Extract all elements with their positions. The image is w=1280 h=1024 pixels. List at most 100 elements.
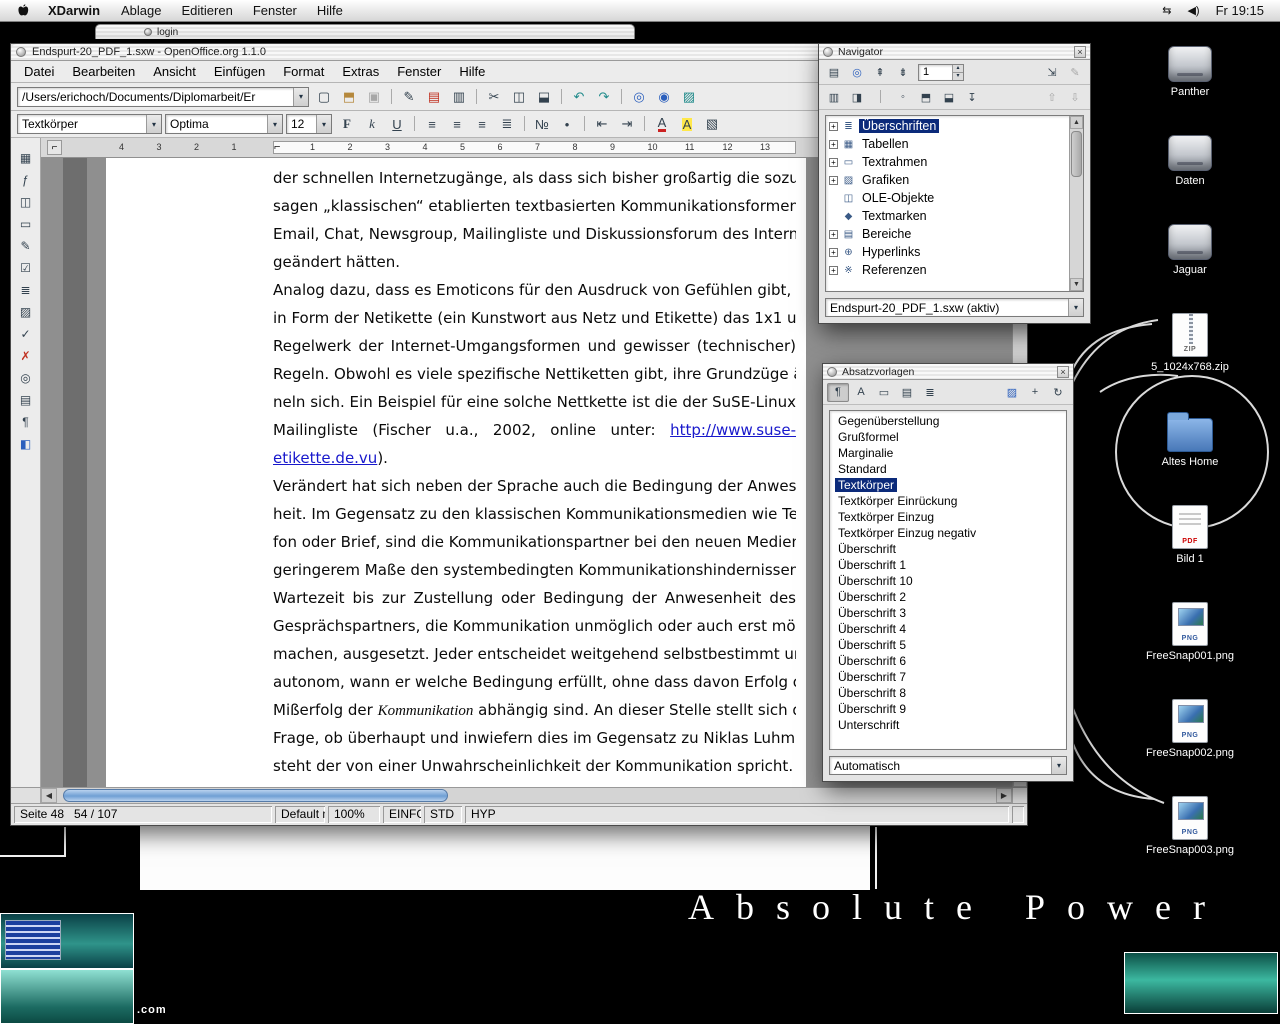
style-item-label[interactable]: Standard [835, 462, 890, 476]
edit-entry-icon[interactable]: ✎ [1064, 63, 1086, 82]
promote-level-icon[interactable]: ⇧ [1041, 88, 1063, 107]
document-line[interactable]: sagen „klassischen“ etablierten textbasi… [273, 192, 796, 220]
file-icon[interactable] [1168, 46, 1212, 82]
style-item[interactable]: Überschrift 8 [831, 685, 1065, 701]
document-line[interactable]: Frage, ob überhaupt und inwiefern dies i… [273, 724, 796, 752]
style-item[interactable]: Überschrift 1 [831, 557, 1065, 573]
font-name-combo[interactable]: Optima ▾ [165, 114, 283, 134]
menu-item[interactable]: Hilfe [450, 62, 494, 81]
style-item[interactable]: Überschrift 9 [831, 701, 1065, 717]
menu-item[interactable]: Fenster [243, 3, 307, 18]
document-line[interactable]: Wartezeit bis zur Zustellung oder Beding… [273, 584, 796, 612]
scroll-right-icon[interactable]: ▶ [996, 788, 1012, 803]
stylist-icon[interactable]: ◉ [652, 86, 676, 108]
paste-icon[interactable]: ⬓ [532, 86, 556, 108]
frame-styles-icon[interactable]: ▭ [873, 383, 895, 402]
tab-type-button[interactable]: ⌐ [47, 140, 62, 155]
document-line[interactable]: autonom, wann er welche Bedingung erfüll… [273, 668, 796, 696]
style-item[interactable]: Überschrift 3 [831, 605, 1065, 621]
online-layout-icon[interactable]: ◧ [15, 434, 37, 454]
url-combo[interactable]: /Users/erichoch/Documents/Diplomarbeit/E… [17, 87, 309, 107]
sep[interactable] [869, 88, 891, 107]
tree-item[interactable]: + ※ Referenzen [827, 261, 1068, 279]
bullets-icon[interactable]: • [555, 113, 579, 135]
autotext-icon[interactable]: ≣ [15, 280, 37, 300]
expand-icon[interactable]: + [829, 248, 838, 257]
gallery-icon[interactable]: ▨ [677, 86, 701, 108]
sep[interactable] [410, 113, 419, 135]
document-line[interactable]: Gesprächspartners, die Kommunikation unm… [273, 612, 796, 640]
sep[interactable] [580, 113, 589, 135]
copy-icon[interactable]: ◫ [507, 86, 531, 108]
menu-item[interactable]: Format [274, 62, 333, 81]
document-line[interactable]: etikette.de.vu). [273, 444, 796, 472]
anchor-icon[interactable]: ↧ [961, 88, 983, 107]
justify-icon[interactable]: ≣ [495, 113, 519, 135]
tree-item-label[interactable]: Bereiche [859, 227, 914, 241]
style-item[interactable]: Überschrift 10 [831, 573, 1065, 589]
page-spinbox[interactable]: 1 ▴▾ [918, 64, 964, 81]
open-icon[interactable]: ⬒ [337, 86, 361, 108]
style-item-label[interactable]: Überschrift 2 [835, 590, 909, 604]
previous-page-icon[interactable]: ⇞ [869, 63, 891, 82]
style-item-label[interactable]: Textkörper [835, 478, 897, 492]
sep[interactable] [640, 113, 649, 135]
expand-icon[interactable]: + [829, 158, 838, 167]
align-right-icon[interactable]: ≡ [470, 113, 494, 135]
document-line[interactable]: geringerem Maße den systembedingten Komm… [273, 556, 796, 584]
scroll-up-icon[interactable]: ▲ [1070, 116, 1083, 129]
display-icon[interactable]: ⇆ [1162, 4, 1171, 17]
apple-menu[interactable] [8, 3, 37, 18]
desktop-icon[interactable]: PNG FreeSnap001.png [1128, 602, 1252, 663]
style-item[interactable]: Überschrift [831, 541, 1065, 557]
style-item-label[interactable]: Überschrift 7 [835, 670, 909, 684]
form-functions-icon[interactable]: ☑ [15, 258, 37, 278]
menu-item[interactable]: Bearbeiten [63, 62, 144, 81]
document-line[interactable]: fon oder Brief, sind die Kommunikationsp… [273, 528, 796, 556]
tree-item-label[interactable]: Überschriften [859, 119, 939, 133]
expand-icon[interactable]: + [829, 122, 838, 131]
desktop-icon[interactable]: PNG FreeSnap002.png [1128, 699, 1252, 760]
new-document-icon[interactable]: ▢ [312, 86, 336, 108]
cut-icon[interactable]: ✂ [482, 86, 506, 108]
sep[interactable] [472, 86, 481, 108]
scroll-down-icon[interactable]: ▼ [1070, 278, 1083, 291]
tree-item[interactable]: ◫ OLE-Objekte [827, 189, 1068, 207]
draw-functions-icon[interactable]: ✎ [15, 236, 37, 256]
menu-item[interactable]: Fenster [388, 62, 450, 81]
style-item[interactable]: Textkörper Einzug [831, 509, 1065, 525]
document-selector[interactable]: Endspurt-20_PDF_1.sxw (aktiv) ▾ [825, 298, 1084, 317]
style-item[interactable]: Überschrift 5 [831, 637, 1065, 653]
list-box-icon[interactable]: ▥ [823, 88, 845, 107]
document-line[interactable]: mann 100 Jahre Blumen 2000, S. 50). Denn… [273, 780, 796, 787]
style-item-label[interactable]: Überschrift 9 [835, 702, 909, 716]
tree-item-label[interactable]: Tabellen [859, 137, 912, 151]
tree-item-label[interactable]: Textmarken [859, 209, 930, 223]
style-item-label[interactable]: Überschrift 6 [835, 654, 909, 668]
menu-item[interactable]: Ansicht [144, 62, 205, 81]
close-button[interactable] [144, 28, 152, 36]
style-item-label[interactable]: Überschrift 10 [835, 574, 916, 588]
tree-scrollbar[interactable]: ▲ ▼ [1069, 116, 1083, 291]
tree-item-label[interactable]: OLE-Objekte [859, 191, 937, 205]
document-line[interactable]: in Form der Netikette (ein Kunstwort aus… [273, 304, 796, 332]
nonprinting-characters-icon[interactable]: ¶ [15, 412, 37, 432]
chevron-down-icon[interactable]: ▾ [1068, 299, 1083, 316]
login-window-titlebar[interactable]: login [95, 24, 635, 39]
underline-icon[interactable]: U [385, 113, 409, 135]
menu-item[interactable]: Einfügen [205, 62, 274, 81]
document-line[interactable]: heit. Im Gegensatz zu den klassischen Ko… [273, 500, 796, 528]
fill-format-icon[interactable]: ▨ [1001, 383, 1023, 402]
sep[interactable] [387, 86, 396, 108]
style-item[interactable]: Überschrift 2 [831, 589, 1065, 605]
style-item[interactable]: Unterschrift [831, 717, 1065, 733]
file-icon[interactable] [1168, 224, 1212, 260]
file-icon[interactable] [1168, 135, 1212, 171]
reminder-icon[interactable]: ◦ [892, 88, 914, 107]
chevron-down-icon[interactable]: ▾ [267, 115, 282, 133]
sep[interactable] [557, 86, 566, 108]
style-item-label[interactable]: Gegenüberstellung [835, 414, 942, 428]
scroll-thumb[interactable] [63, 789, 448, 802]
style-item-label[interactable]: Überschrift 4 [835, 622, 909, 636]
desktop-icon[interactable]: ZIP 5_1024x768.zip [1128, 313, 1252, 374]
